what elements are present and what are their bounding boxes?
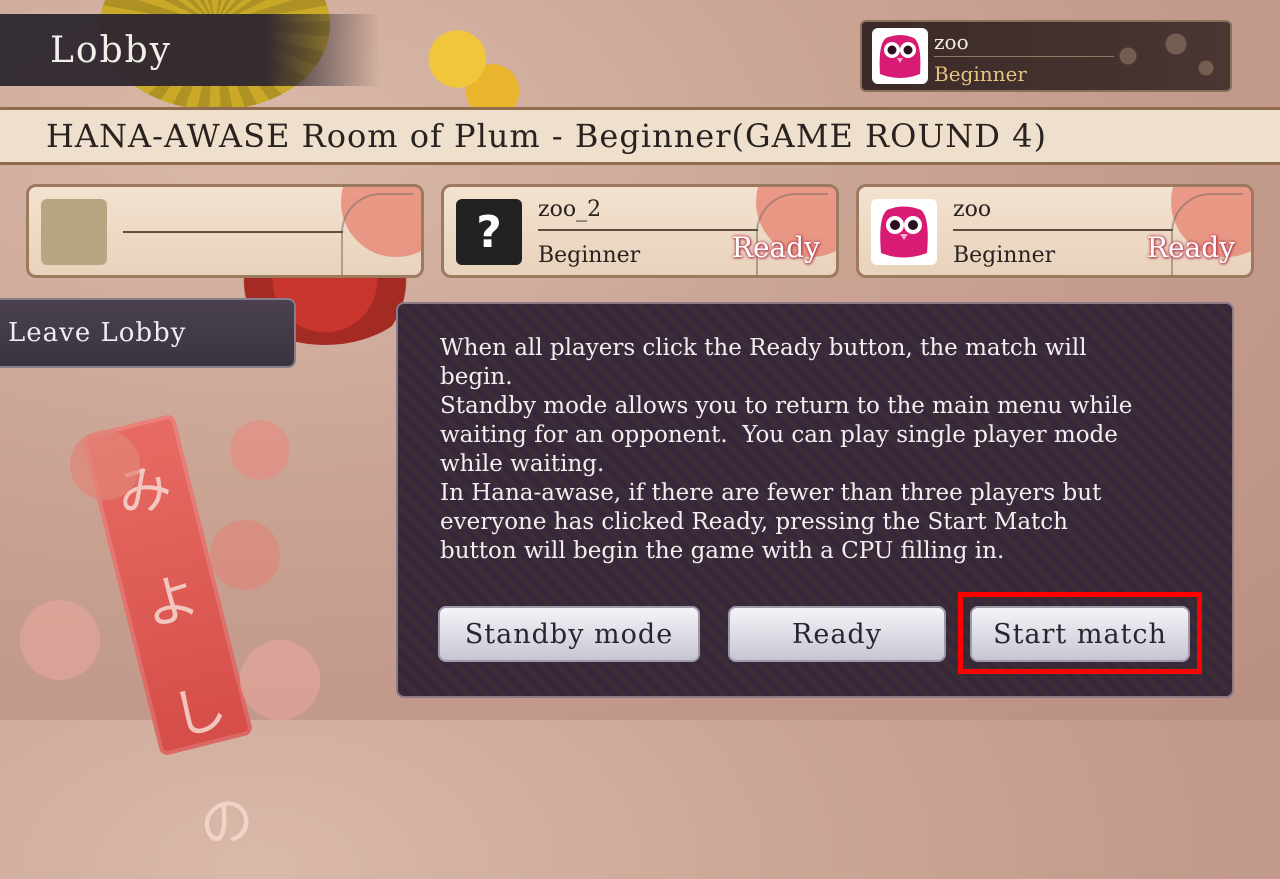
cherry-blossom-decoration: [70, 430, 140, 500]
crane-decoration: [341, 193, 413, 275]
owl-avatar-icon: [872, 28, 928, 84]
user-badge: zoo Beginner: [860, 20, 1232, 92]
start-match-button[interactable]: Start match: [970, 606, 1190, 662]
cherry-blossom-decoration: [20, 600, 100, 680]
user-name: zoo: [934, 30, 969, 54]
divider: [953, 229, 1173, 231]
standby-mode-button[interactable]: Standby mode: [438, 606, 700, 662]
owl-avatar-icon: [871, 199, 937, 265]
player-slot-empty: [26, 184, 424, 278]
room-title: HANA-AWASE Room of Plum - Beginner(GAME …: [0, 107, 1280, 165]
divider: [538, 229, 758, 231]
leave-lobby-button[interactable]: Leave Lobby: [0, 298, 296, 368]
ready-status: Ready: [731, 231, 820, 264]
player-name: zoo_2: [538, 197, 602, 222]
ready-button[interactable]: Ready: [728, 606, 946, 662]
player-name: zoo: [953, 197, 992, 222]
divider: [934, 56, 1114, 57]
empty-avatar: [41, 199, 107, 265]
cherry-blossom-decoration: [210, 520, 280, 590]
lobby-label: Lobby: [0, 14, 380, 86]
player-rank: Beginner: [538, 243, 641, 268]
question-mark-icon: ?: [456, 199, 522, 265]
player-slot-3: zoo Beginner Ready: [856, 184, 1254, 278]
banner-glyph: の: [192, 785, 261, 860]
cherry-blossom-decoration: [230, 420, 290, 480]
sakura-pattern-decoration: [1104, 26, 1224, 86]
instructions-text: When all players click the Ready button,…: [440, 335, 1133, 564]
player-rank: Beginner: [953, 243, 1056, 268]
info-panel: When all players click the Ready button,…: [396, 302, 1234, 698]
player-slot-2: ? zoo_2 Beginner Ready: [441, 184, 839, 278]
ready-status: Ready: [1146, 231, 1235, 264]
user-rank: Beginner: [934, 62, 1027, 86]
cherry-blossom-decoration: [240, 640, 320, 720]
divider: [123, 231, 343, 233]
banner-glyph: し: [165, 674, 233, 749]
